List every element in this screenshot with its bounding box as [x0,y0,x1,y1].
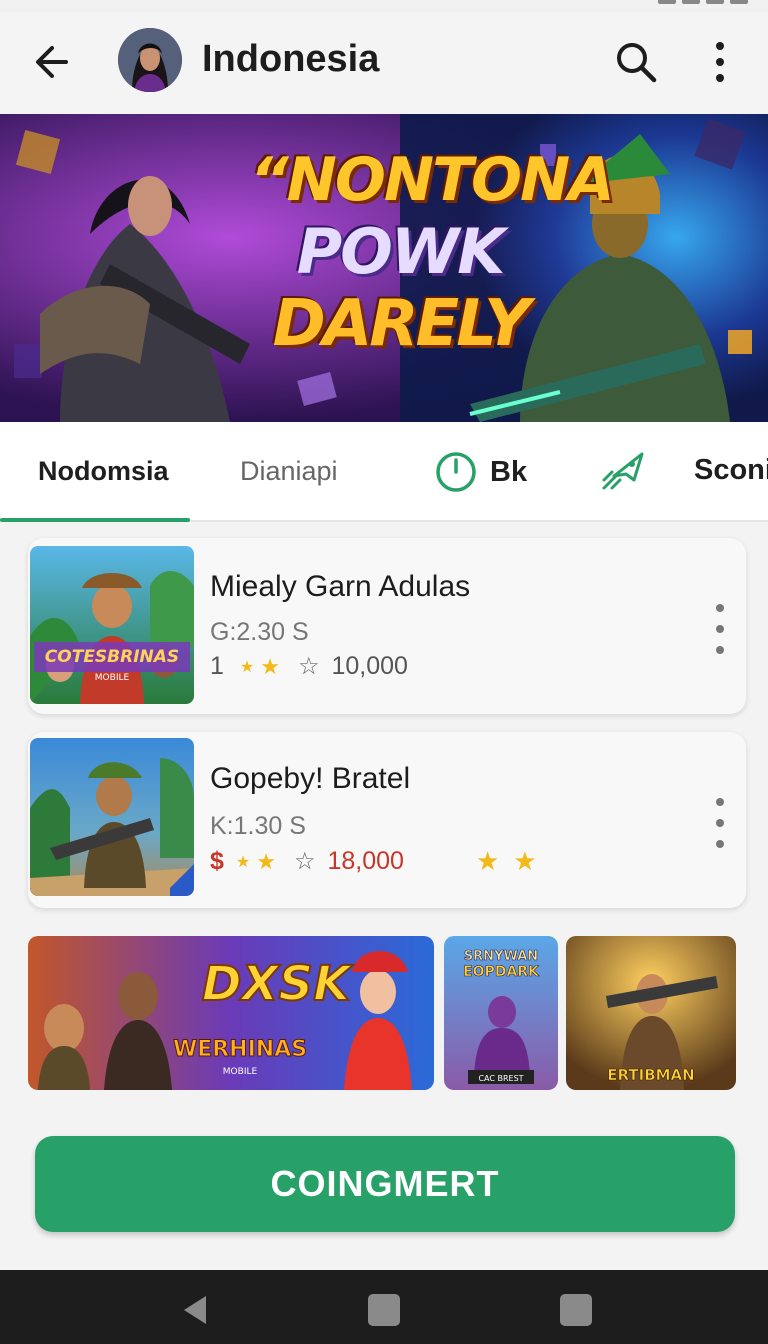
download-count: 10,000 [331,652,408,680]
nav-back-icon[interactable] [176,1292,212,1328]
star-icon: ★ [235,853,251,871]
star-icon: ★ [239,658,255,676]
promo-tag: CAC BREST [478,1074,523,1083]
promo-title: DXSK [202,956,354,1012]
promo-tile-small[interactable]: ERTIBMAN [566,936,736,1090]
promo-subtitle: EOPDARK [463,964,540,980]
promo-tag: MOBILE [223,1067,258,1077]
primary-action-button[interactable]: COINGMERT [35,1136,735,1232]
game-rating-row: 1 ★ ★ ☆ 10,000 [210,652,408,681]
banner-line-3: DARELY [272,287,531,361]
active-tab-indicator [0,518,190,522]
game-rating-row: $ ★ ★ ☆ 18,000 ★ ★ [210,846,537,877]
status-bar [0,0,768,12]
tab-sconi-label: Sconi [694,453,768,486]
page-title: Indonesia [202,38,380,80]
star-outline-icon: ☆ [297,653,320,680]
banner-headline: “NONTONA POWK DARELY [250,144,615,361]
tab-bk-label: Bk [490,455,528,488]
system-nav-bar [0,1270,768,1344]
category-tabs: Nodomsia Dianiapi Bk Sconi [0,422,768,522]
nav-home-icon[interactable] [366,1292,402,1328]
thumbnail-subtitle: MOBILE [95,673,130,683]
item-more-button[interactable] [712,796,728,850]
tab-sconi[interactable]: Sconi [598,448,768,492]
download-count: 18,000 [327,847,404,875]
tab-bk[interactable]: Bk [434,450,527,494]
star-icon: ★ [260,653,280,679]
app-bar: Indonesia [0,12,768,114]
avatar[interactable] [118,28,182,92]
game-price: K:1.30 S [210,812,306,840]
item-more-button[interactable] [712,602,728,656]
more-vertical-icon [716,604,724,654]
more-vertical-icon [716,42,724,82]
promo-tile-small[interactable]: SRNYWAN EOPDARK CAC BREST [444,936,558,1090]
game-thumbnail[interactable]: COTESBRINAS MOBILE [30,546,194,704]
promo-title: ERTIBMAN [607,1066,694,1084]
search-button[interactable] [612,38,660,86]
tab-nodomsia[interactable]: Nodomsia [38,456,169,487]
game-title: Miealy Garn Adulas [210,570,471,603]
game-list-item[interactable]: COTESBRINAS MOBILE Miealy Garn Adulas G:… [28,538,746,714]
game-price: G:2.30 S [210,618,309,646]
game-thumbnail[interactable] [30,738,194,896]
promo-title: SRNYWAN [464,949,538,964]
star-outline-icon: ☆ [293,848,316,875]
more-vertical-icon [716,798,724,848]
search-icon [617,43,657,83]
game-list-item[interactable]: Gopeby! Bratel K:1.30 S $ ★ ★ ☆ 18,000 ★… [28,732,746,908]
thumbnail-title: COTESBRINAS [45,647,179,667]
rating-prefix: $ [210,847,224,875]
rating-prefix: 1 [210,652,224,680]
promo-tile-large[interactable]: DXSK WERHINAS MOBILE [28,936,434,1090]
tab-dianiapi[interactable]: Dianiapi [240,456,338,487]
promo-subtitle: WERHINAS [173,1037,307,1062]
rocket-icon [602,452,644,490]
star-icon: ★ [513,846,537,876]
nav-recents-icon[interactable] [558,1292,594,1328]
star-icon: ★ [256,848,276,874]
timer-icon [436,452,476,492]
banner-line-1: “NONTONA [250,145,615,215]
back-button[interactable] [30,40,78,84]
game-title: Gopeby! Bratel [210,762,411,795]
status-icons [658,0,748,4]
hero-banner[interactable]: “NONTONA POWK DARELY [0,114,768,422]
arrow-left-icon [36,46,68,78]
star-icon: ★ [475,846,500,876]
more-button[interactable] [700,38,740,86]
banner-line-2: POWK [296,215,506,288]
